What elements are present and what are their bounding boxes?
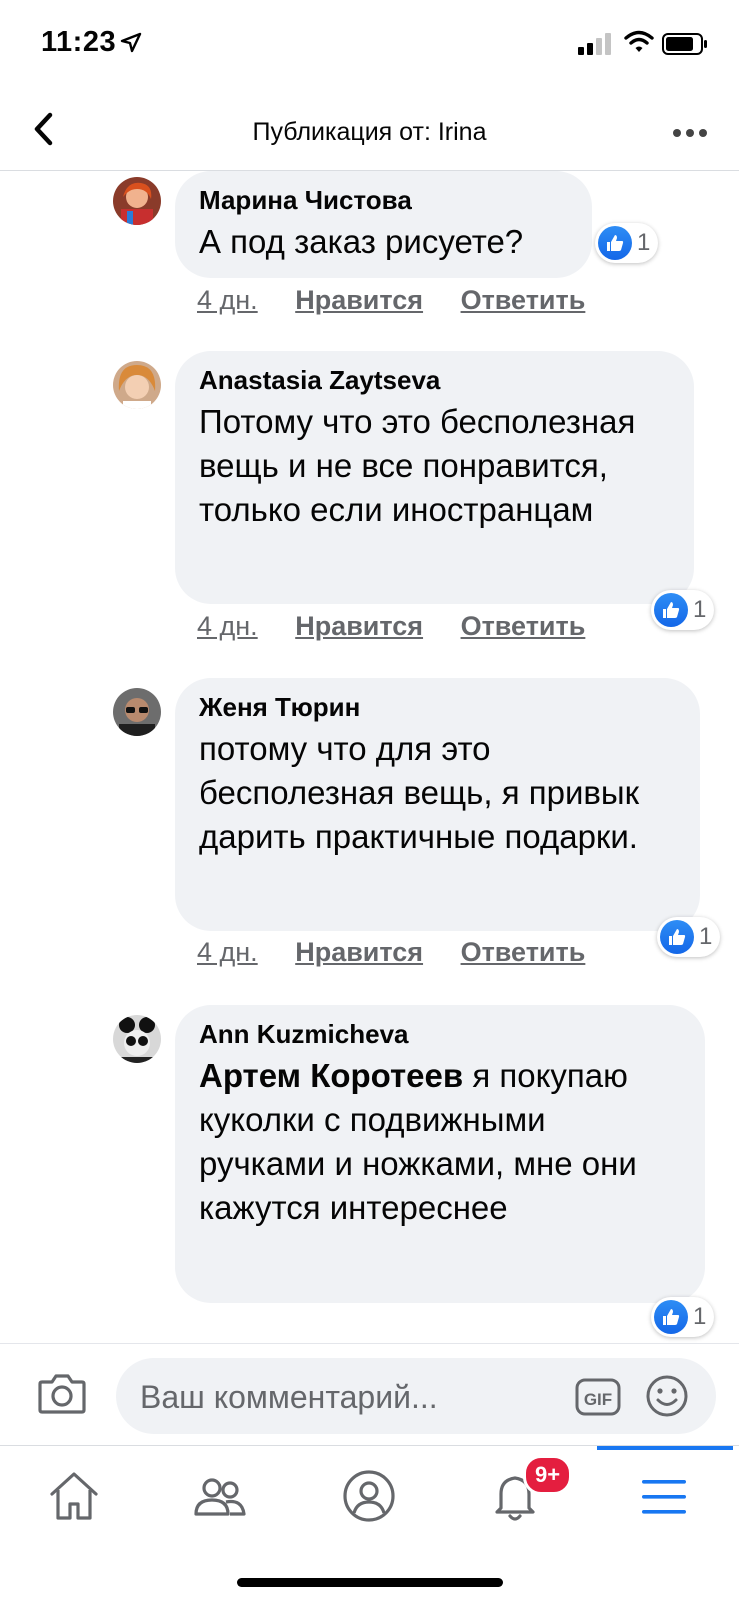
comment-bubble[interactable]: Женя Тюрин потому что для это бесполезна… (175, 678, 700, 931)
avatar[interactable] (113, 688, 161, 736)
notifications-badge: 9+ (523, 1455, 573, 1495)
like-button[interactable]: Нравится (295, 611, 423, 641)
svg-text:GIF: GIF (584, 1390, 612, 1409)
wifi-icon (624, 30, 654, 52)
like-reaction-icon (660, 920, 694, 954)
location-arrow-icon (120, 32, 142, 53)
comment-time[interactable]: 4 дн. (197, 611, 258, 641)
comment-author[interactable]: Anastasia Zaytseva (199, 365, 670, 396)
home-icon[interactable] (44, 1466, 104, 1526)
home-indicator (237, 1578, 503, 1587)
reply-button[interactable]: Ответить (461, 285, 586, 315)
gif-icon[interactable]: GIF (575, 1378, 621, 1416)
active-tab-indicator (597, 1446, 733, 1450)
like-reaction-icon (654, 1300, 688, 1334)
comment-input[interactable] (138, 1358, 542, 1436)
comment-bubble[interactable]: Anastasia Zaytseva Потому что это беспол… (175, 351, 694, 604)
mention-link[interactable]: Артем Коротеев (199, 1057, 463, 1094)
profile-icon[interactable] (339, 1466, 399, 1526)
reaction-count: 1 (699, 923, 713, 950)
status-time: 11:23 (41, 26, 117, 58)
comment-author[interactable]: Женя Тюрин (199, 692, 676, 723)
comment-text: Потому что это бесполезная вещь и не все… (199, 403, 636, 528)
comment-actions: 4 дн. Нравится Ответить (197, 611, 615, 642)
reply-button[interactable]: Ответить (461, 611, 586, 641)
comment-author[interactable]: Марина Чистова (199, 185, 568, 216)
bottom-tab-bar: 9+ (0, 1445, 739, 1601)
post-header: Публикация от: Irina (0, 92, 739, 171)
like-reaction-icon (654, 593, 688, 627)
like-reaction-icon (598, 226, 632, 260)
reaction-badge[interactable]: 1 (651, 1297, 715, 1337)
emoji-icon[interactable] (645, 1374, 689, 1418)
reaction-badge[interactable]: 1 (657, 917, 721, 957)
camera-icon[interactable] (38, 1372, 86, 1414)
battery-icon (662, 33, 707, 55)
more-options-icon[interactable] (672, 128, 708, 138)
status-bar: 11:23 (0, 0, 739, 92)
comment-bubble[interactable]: Марина Чистова А под заказ рисуете? (175, 171, 592, 278)
comment-author[interactable]: Ann Kuzmicheva (199, 1019, 681, 1050)
like-button[interactable]: Нравится (295, 285, 423, 315)
comment-composer: GIF (0, 1343, 739, 1446)
menu-icon[interactable] (634, 1466, 694, 1526)
reaction-count: 1 (693, 596, 707, 623)
reply-button[interactable]: Ответить (461, 937, 586, 967)
comment-actions: 4 дн. Нравится Ответить (197, 285, 615, 316)
like-button[interactable]: Нравится (295, 937, 423, 967)
friends-icon[interactable] (190, 1466, 250, 1526)
cellular-signal-icon (578, 33, 611, 55)
comment-actions: 4 дн. Нравится Ответить (197, 937, 615, 968)
comments-list: Марина Чистова А под заказ рисуете? 1 4 … (0, 171, 739, 1343)
reaction-count: 1 (637, 229, 651, 256)
avatar[interactable] (113, 177, 161, 225)
avatar[interactable] (113, 361, 161, 409)
comment-text: Артем Коротеев я покупаю куколки с подви… (199, 1054, 681, 1230)
reaction-badge[interactable]: 1 (595, 223, 659, 263)
comment-text: потому что для это бесполезная вещь, я п… (199, 730, 640, 855)
comment-time[interactable]: 4 дн. (197, 937, 258, 967)
comment-time[interactable]: 4 дн. (197, 285, 258, 315)
comment-bubble[interactable]: Ann Kuzmicheva Артем Коротеев я покупаю … (175, 1005, 705, 1303)
comment-text: А под заказ рисуете? (199, 223, 524, 260)
comment-input-box[interactable]: GIF (116, 1358, 716, 1436)
avatar[interactable] (113, 1015, 161, 1063)
reaction-badge[interactable]: 1 (651, 590, 715, 630)
page-title: Публикация от: Irina (252, 118, 487, 146)
reaction-count: 1 (693, 1303, 707, 1330)
